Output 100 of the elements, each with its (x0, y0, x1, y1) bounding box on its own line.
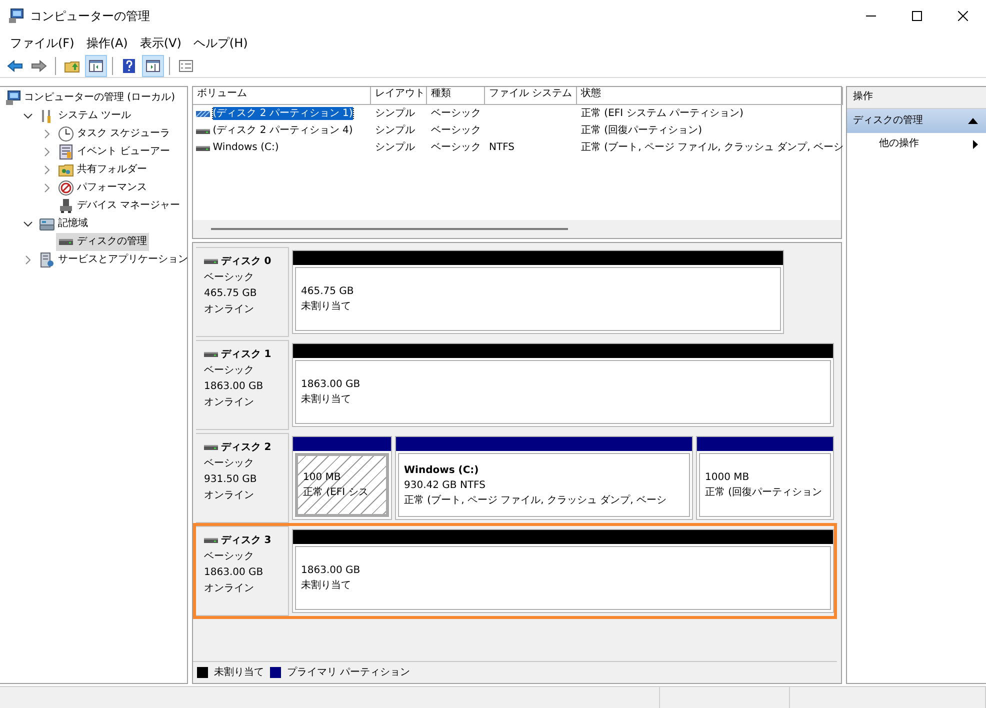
table-cell: 正常 (ブート, ページ ファイル, クラッシュ ダンプ, ベーシ (581, 142, 843, 153)
table-cell: ベーシック (431, 124, 481, 136)
column-header[interactable]: ファイル システム (485, 87, 577, 105)
disk-status: オンライン (204, 582, 255, 596)
partition-block[interactable]: 1863.00 GB 未割り当て (292, 343, 834, 427)
disk-size: 1863.00 GB (204, 380, 264, 394)
partition-status: 正常 (EFI シス (303, 486, 368, 500)
disk-drive-icon (204, 351, 218, 359)
striped-disk-icon (196, 108, 210, 118)
column-header[interactable]: ボリューム (193, 87, 371, 105)
disk-name: ディスク 2 (220, 441, 272, 455)
tree-item[interactable]: サービスとアプリケーション (37, 251, 187, 269)
table-cell: シンプル (375, 142, 415, 153)
partition-status: 未割り当て (301, 578, 351, 593)
partition-size: 1863.00 GB (301, 378, 360, 392)
scrollbar[interactable] (193, 220, 841, 238)
disk-status: オンライン (204, 303, 255, 317)
table-cell: ベーシック (431, 142, 481, 153)
tree-item[interactable]: 共有フォルダー (56, 161, 149, 179)
table-cell: 正常 (EFI システム パーティション) (581, 108, 744, 119)
pane-icon (88, 58, 104, 74)
computer-icon (8, 8, 24, 24)
services-icon (39, 252, 55, 268)
collapse-icon (968, 118, 978, 124)
scroll-thumb[interactable] (211, 228, 568, 230)
partition-status: 正常 (ブート, ページ ファイル, クラッシュ ダンプ, ベーシ (404, 494, 667, 508)
disk-drive-icon (204, 444, 218, 452)
computer-icon (5, 90, 21, 106)
partition-size: 1863.00 GB (301, 564, 360, 578)
disk-type: ベーシック (204, 271, 255, 285)
partition-size: 1000 MB (705, 471, 750, 485)
partition-block[interactable]: Windows (C:) 930.42 GB NTFS 正常 (ブート, ページ ファイル, クラッシュ ダンプ, ベーシ (395, 436, 693, 520)
disk-size: 931.50 GB (204, 473, 258, 487)
back-arrow-icon (7, 58, 23, 74)
partition-block[interactable]: 100 MB 正常 (EFI シス (292, 436, 392, 520)
partition-block[interactable]: 465.75 GB 未割り当て (292, 250, 784, 334)
forward-arrow-icon (31, 58, 47, 74)
partition-block[interactable]: 1863.00 GB 未割り当て (292, 529, 834, 613)
disk-size: 1863.00 GB (204, 566, 264, 580)
menu-item[interactable]: 表示(V) (134, 34, 188, 52)
tree-item[interactable]: システム ツール (37, 107, 134, 125)
action-section-header[interactable]: ディスクの管理 (847, 109, 986, 133)
disk-status: オンライン (204, 489, 255, 503)
help-icon (121, 58, 137, 74)
partition-size: 930.42 GB NTFS (404, 478, 486, 492)
submenu-arrow-icon (973, 140, 978, 148)
tree-item[interactable]: コンピューターの管理 (ローカル) (3, 89, 177, 107)
partition-status: 未割り当て (301, 392, 351, 407)
clock-icon (58, 126, 74, 142)
tree-item[interactable]: デバイス マネージャー (56, 197, 182, 215)
toolbar-button[interactable] (85, 54, 107, 76)
disk-size: 465.75 GB (204, 287, 258, 301)
legend-label: プライマリ パーティション (287, 666, 410, 680)
toolbar-button[interactable] (142, 54, 164, 76)
disk-type: ベーシック (204, 457, 255, 471)
partition-status: 未割り当て (301, 300, 351, 314)
disk-drive-icon (204, 537, 218, 545)
menu-item[interactable]: ヘルプ(H) (187, 34, 254, 52)
column-header[interactable]: 状態 (577, 87, 843, 105)
event-log-icon (58, 144, 74, 160)
disk-name: ディスク 3 (220, 534, 272, 548)
table-cell: NTFS (489, 142, 515, 153)
menu-item[interactable]: ファイル(F) (4, 34, 80, 52)
disk-drive-icon (204, 258, 218, 266)
tree-item[interactable]: ディスクの管理 (56, 233, 149, 251)
action-item[interactable]: 他の操作 (847, 133, 986, 155)
column-header[interactable]: レイアウト (371, 87, 427, 105)
volume-name[interactable]: (ディスク 2 パーティション 1) (212, 106, 353, 120)
legend-label: 未割り当て (214, 666, 264, 680)
volume-name[interactable]: (ディスク 2 パーティション 4) (212, 124, 353, 138)
menu-item[interactable]: 操作(A) (80, 34, 134, 52)
properties-icon (178, 58, 194, 74)
table-cell: シンプル (375, 108, 415, 119)
disk-type: ベーシック (204, 550, 255, 564)
column-header[interactable]: 種類 (427, 87, 485, 105)
disk-type: ベーシック (204, 364, 255, 378)
maximize-icon (912, 11, 922, 21)
disk-name: ディスク 1 (220, 348, 272, 362)
pane-header: 操作 (847, 87, 986, 109)
partition-name: Windows (C:) (404, 464, 479, 478)
tree-item[interactable]: タスク スケジューラ (56, 125, 172, 143)
storage-icon (39, 216, 55, 232)
table-cell: ベーシック (431, 108, 481, 119)
disk-status: オンライン (204, 396, 255, 410)
device-icon (58, 198, 74, 214)
partition-status: 正常 (回復パーティション (705, 486, 822, 500)
disk-name: ディスク 0 (220, 255, 272, 269)
partition-block[interactable]: 1000 MB 正常 (回復パーティション (696, 436, 834, 520)
tree-item[interactable]: パフォーマンス (56, 179, 149, 197)
shared-folder-icon (58, 162, 74, 178)
tree-item[interactable]: イベント ビューアー (56, 143, 172, 161)
table-cell: シンプル (375, 124, 415, 136)
partition-size: 100 MB (303, 471, 341, 485)
pane-icon (145, 58, 161, 74)
close-icon (958, 11, 968, 21)
volume-name[interactable]: Windows (C:) (212, 140, 279, 154)
window-title: コンピューターの管理 (30, 8, 150, 24)
table-cell: 正常 (回復パーティション) (581, 124, 702, 136)
partition-size: 465.75 GB (301, 285, 354, 299)
tree-item[interactable]: 記憶域 (37, 215, 90, 233)
